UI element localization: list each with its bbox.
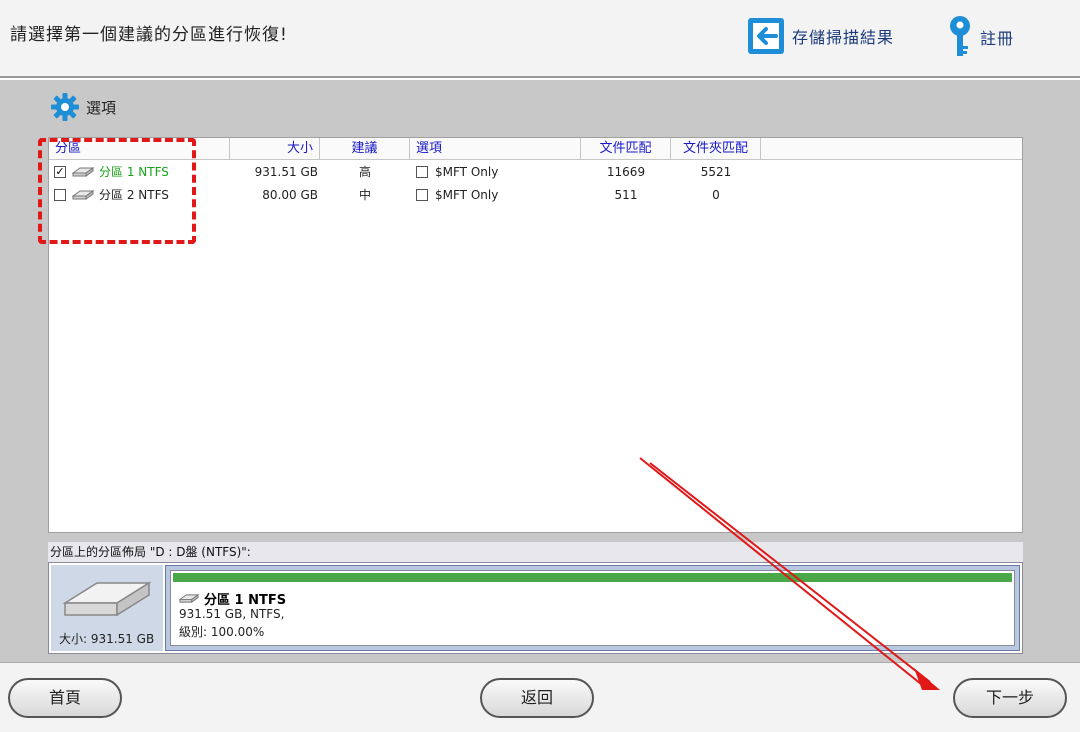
partition-block[interactable]: 分區 1 NTFS 931.51 GB, NTFS, 級別: 100.00% [170, 570, 1015, 646]
partition-block-info: 931.51 GB, NTFS, [179, 607, 285, 621]
partition-name: 分區 1 NTFS [99, 165, 169, 179]
register-button[interactable]: 註冊 [946, 14, 1014, 60]
col-suggestion[interactable]: 建議 [320, 138, 410, 159]
col-option[interactable]: 選項 [410, 138, 581, 159]
footer: 首頁 返回 下一步 [0, 662, 1080, 732]
options-label: 選項 [86, 98, 117, 117]
partition-table: 分區 大小 建議 選項 文件匹配 文件夾匹配 ✓ 分區 1 NTFS 931.5… [48, 137, 1023, 533]
partition-option: $MFT Only [435, 165, 499, 179]
col-file-match[interactable]: 文件匹配 [581, 138, 671, 159]
table-header: 分區 大小 建議 選項 文件匹配 文件夾匹配 [49, 138, 1022, 160]
gear-icon [51, 93, 79, 121]
row-select-checkbox[interactable]: ✓ [54, 166, 66, 178]
partition-name: 分區 2 NTFS [99, 188, 169, 202]
partition-block-name: 分區 1 NTFS [204, 593, 287, 608]
mft-only-checkbox[interactable] [416, 189, 428, 201]
save-export-icon [748, 18, 784, 54]
partition-size: 931.51 GB [254, 165, 318, 179]
partition-layout-label: 分區上的分區佈局 "D : D盤 (NTFS)": [48, 542, 1023, 562]
main-area: 選項 分區 大小 建議 選項 文件匹配 文件夾匹配 ✓ 分區 1 NTFS 93… [0, 80, 1080, 662]
partition-suggestion: 中 [358, 188, 371, 202]
save-scan-label: 存儲掃描結果 [792, 28, 895, 47]
drive-icon [72, 167, 94, 177]
hard-drive-icon [62, 581, 152, 617]
col-size[interactable]: 大小 [230, 138, 320, 159]
folder-match-count: 5521 [700, 165, 732, 179]
mft-only-checkbox[interactable] [416, 166, 428, 178]
page-title: 請選擇第一個建議的分區進行恢復! [10, 25, 288, 45]
disk-size: 大小: 931.51 GB [59, 632, 155, 646]
col-folder-match[interactable]: 文件夾匹配 [671, 138, 761, 159]
disk-panel[interactable]: 大小: 931.51 GB [51, 565, 163, 651]
home-button[interactable]: 首頁 [8, 678, 122, 718]
partition-block-title: 分區 1 NTFS [179, 589, 286, 608]
file-match-count: 511 [614, 188, 638, 202]
partition-option: $MFT Only [435, 188, 499, 202]
partition-suggestion: 高 [358, 165, 371, 179]
col-partition[interactable]: 分區 [49, 138, 230, 159]
folder-match-count: 0 [712, 188, 720, 202]
options-button[interactable]: 選項 [50, 92, 116, 122]
key-icon [950, 16, 970, 56]
back-button[interactable]: 返回 [480, 678, 594, 718]
table-row[interactable]: ✓ 分區 1 NTFS 931.51 GB 高 $MFT Only 11669 … [49, 161, 1022, 183]
drive-icon [179, 593, 199, 604]
partition-usage-bar [173, 573, 1012, 582]
drive-icon [72, 190, 94, 200]
table-row[interactable]: 分區 2 NTFS 80.00 GB 中 $MFT Only 511 0 [49, 184, 1022, 206]
next-button[interactable]: 下一步 [953, 678, 1067, 718]
register-label: 註冊 [980, 29, 1015, 48]
partition-block-level: 級別: 100.00% [179, 625, 265, 639]
header: 請選擇第一個建議的分區進行恢復! 存儲掃描結果 註冊 [0, 0, 1080, 78]
partition-block-frame: 分區 1 NTFS 931.51 GB, NTFS, 級別: 100.00% [165, 565, 1020, 651]
save-scan-button[interactable]: 存儲掃描結果 [746, 14, 894, 58]
partition-size: 80.00 GB [262, 188, 318, 202]
file-match-count: 11669 [606, 165, 646, 179]
row-select-checkbox[interactable] [54, 189, 66, 201]
partition-layout: 大小: 931.51 GB 分區 1 NTFS 931.51 GB, NTFS,… [48, 562, 1023, 654]
